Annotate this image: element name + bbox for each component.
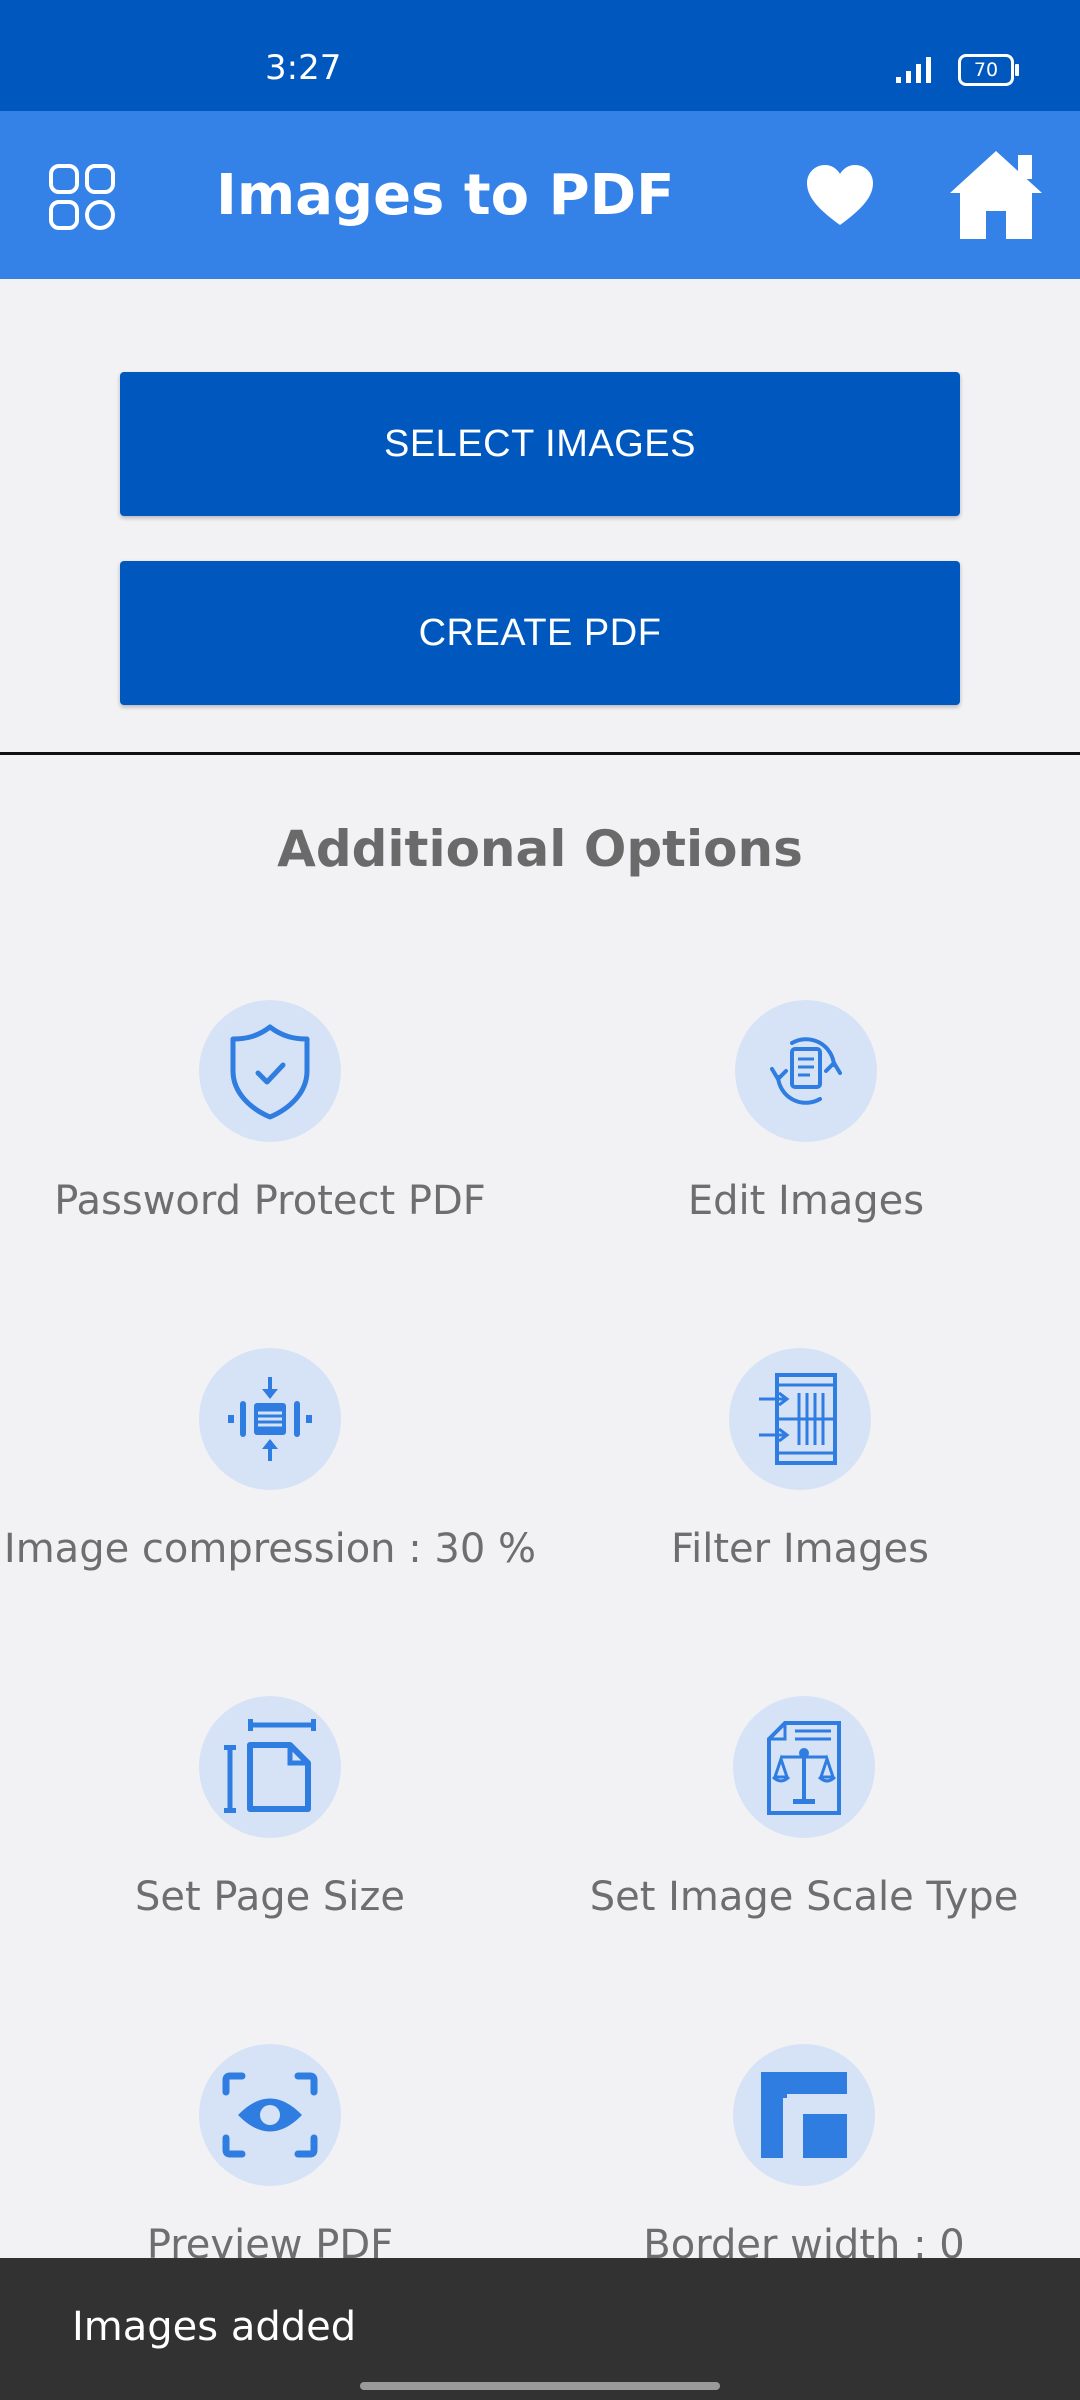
compress-icon [228,1377,312,1461]
status-bar: 3:27 70 [0,0,1080,111]
home-icon[interactable] [946,147,1046,243]
option-label: Filter Images [671,1526,929,1572]
page-size-icon [224,1719,316,1813]
option-icon-bg [733,2044,875,2186]
option-label: Set Image Scale Type [589,1874,1019,1920]
home-indicator[interactable] [360,2382,720,2390]
option-edit-images[interactable]: Edit Images [536,1000,1076,1260]
option-icon-bg [729,1348,871,1490]
shield-check-icon [230,1024,310,1120]
option-label: Image compression : 30 % [3,1526,537,1572]
option-set-page-size[interactable]: Set Page Size [0,1696,540,1956]
snackbar: Images added [0,2258,1080,2400]
option-label: Set Page Size [134,1874,406,1920]
additional-options-title: Additional Options [277,820,803,878]
divider [0,752,1080,755]
option-icon-bg [199,1348,341,1490]
eye-icon [222,2072,318,2158]
signal-icon [896,57,931,83]
option-set-image-scale-type[interactable]: Set Image Scale Type [534,1696,1074,1956]
option-icon-bg [735,1000,877,1142]
select-images-button[interactable]: SELECT IMAGES [120,372,960,516]
status-time: 3:27 [265,48,342,88]
option-label: Edit Images [687,1178,925,1224]
page-title: Images to PDF [216,163,675,228]
option-icon-bg [199,1000,341,1142]
option-icon-bg [199,1696,341,1838]
border-icon [761,2072,847,2158]
document-refresh-icon [770,1037,842,1105]
option-label: Password Protect PDF [54,1178,486,1224]
option-filter-images[interactable]: Filter Images [530,1348,1070,1608]
snackbar-message: Images added [72,2304,357,2350]
app-bar: Images to PDF [0,111,1080,279]
option-icon-bg [199,2044,341,2186]
battery-level: 70 [973,59,999,81]
status-icons: 70 [894,54,1019,86]
option-image-compression[interactable]: Image compression : 30 % [0,1348,540,1608]
scale-document-icon [767,1721,841,1815]
heart-icon[interactable] [805,163,875,229]
option-icon-bg [733,1696,875,1838]
battery-icon: 70 [958,54,1019,86]
filter-icon [759,1373,837,1465]
option-password-protect[interactable]: Password Protect PDF [0,1000,540,1260]
grid-icon[interactable] [48,163,116,231]
create-pdf-button[interactable]: CREATE PDF [120,561,960,705]
